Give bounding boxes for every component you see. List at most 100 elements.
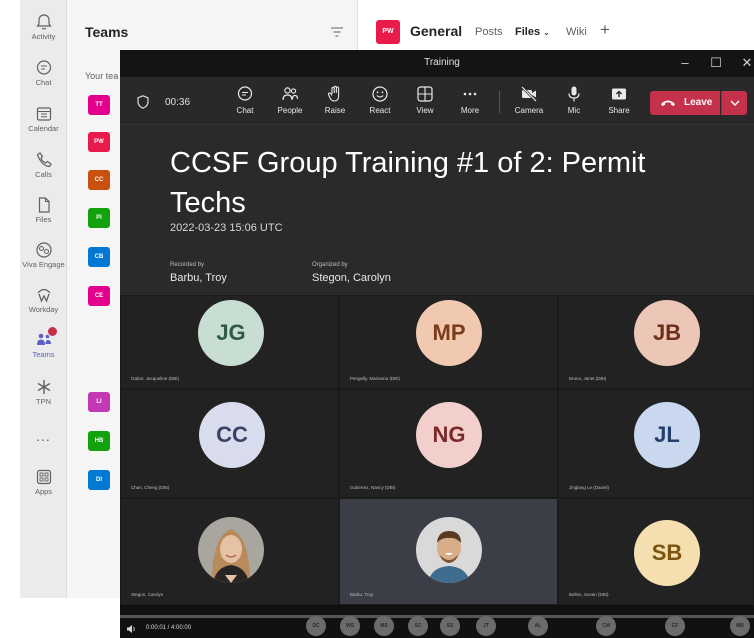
chevron-down-icon [730, 100, 740, 106]
participant-photo [198, 517, 264, 583]
add-tab-button[interactable]: + [600, 20, 610, 40]
react-button[interactable]: React [360, 85, 400, 115]
avatar: JL [634, 402, 700, 468]
window-titlebar: Training – ☐ ✕ [120, 50, 754, 77]
volume-icon[interactable] [126, 624, 136, 634]
participant-name: Gutierrez, Nancy (DBI) [350, 485, 396, 490]
rail-tpn[interactable]: TPN [20, 377, 67, 406]
progress-track[interactable] [120, 615, 754, 618]
meeting-date: 2022-03-23 15:06 UTC [170, 222, 283, 234]
rail-label: Workday [28, 305, 59, 314]
rail-apps[interactable]: Apps [20, 467, 67, 496]
strip-avatar[interactable]: CM [596, 616, 616, 636]
team-tile[interactable]: PI [88, 208, 110, 228]
minimize-icon[interactable]: – [678, 56, 692, 70]
bell-icon [35, 14, 52, 30]
channel-header: PW General Posts Files ⌄ Wiki + [358, 0, 754, 56]
rail-viva-engage[interactable]: Viva Engage [20, 240, 67, 269]
strip-avatar[interactable]: CF [665, 616, 685, 636]
recorded-by-label: Recorded by [170, 262, 205, 268]
participant-tile[interactable]: SB Bellon, Susan (DBI) [558, 498, 754, 605]
rail-label: Chat [35, 78, 52, 87]
people-icon [282, 87, 299, 101]
panel-title: Teams [85, 24, 129, 40]
chat-button[interactable]: Chat [225, 85, 265, 115]
strip-avatar[interactable]: MS [374, 616, 394, 636]
leave-button[interactable]: Leave [650, 91, 720, 115]
share-button[interactable]: Share [599, 85, 639, 115]
organized-by: Stegon, Carolyn [312, 272, 391, 284]
people-button[interactable]: People [270, 85, 310, 115]
toolbar-divider [499, 91, 500, 113]
team-tile[interactable]: HB [88, 431, 110, 451]
rail-activity[interactable]: Activity [20, 12, 67, 41]
raise-hand-button[interactable]: Raise [315, 85, 355, 115]
chat-icon [237, 86, 253, 101]
recording-info: CCSF Group Training #1 of 2: Permit Tech… [120, 125, 754, 295]
rail-files[interactable]: Files [20, 195, 67, 224]
mic-button[interactable]: Mic [554, 85, 594, 115]
camera-button[interactable]: Camera [509, 85, 549, 115]
viva-engage-icon [35, 242, 52, 258]
strip-avatar[interactable]: SS [440, 616, 460, 636]
leave-options-button[interactable] [721, 91, 747, 115]
close-icon[interactable]: ✕ [740, 56, 754, 70]
rail-calls[interactable]: Calls [20, 150, 67, 179]
camera-label: Camera [514, 106, 544, 115]
strip-avatar[interactable]: SC [408, 616, 428, 636]
share-label: Share [608, 106, 630, 115]
rail-label: Activity [31, 32, 56, 41]
more-button[interactable]: More [450, 85, 490, 115]
participant-tile[interactable]: Stegon, Carolyn [120, 498, 339, 605]
participant-tile[interactable]: JG Gabor, Jacqueline (DBI) [120, 295, 339, 389]
strip-avatar[interactable]: WS [340, 616, 360, 636]
avatar: JG [198, 300, 264, 366]
team-tile[interactable]: DI [88, 470, 110, 490]
participant-tile[interactable]: JL Jinglang Le (Daniel) [558, 389, 754, 498]
avatar: MP [416, 300, 482, 366]
participant-tile-active[interactable]: Barbu, Troy [339, 498, 558, 605]
team-tile[interactable]: CE [88, 286, 110, 306]
view-button[interactable]: View [405, 85, 445, 115]
raise-hand-icon [327, 85, 340, 102]
maximize-icon[interactable]: ☐ [709, 56, 723, 70]
share-icon [612, 88, 626, 100]
strip-avatar[interactable]: AL [528, 616, 548, 636]
rail-calendar[interactable]: Calendar [20, 104, 67, 133]
view-label: View [416, 106, 434, 115]
filter-icon[interactable] [331, 27, 343, 37]
rail-label: TPN [36, 397, 51, 406]
team-tile[interactable]: CB [88, 247, 110, 267]
rail-teams[interactable]: Teams [20, 326, 67, 359]
participant-tile[interactable]: CC Chan, Cheng (DBI) [120, 389, 339, 498]
participant-name: Barbu, Troy [350, 592, 374, 597]
leave-label: Leave [684, 97, 713, 108]
chevron-down-icon: ⌄ [543, 28, 550, 37]
avatar: CC [199, 402, 265, 468]
participant-tile[interactable]: JB Bruno, Janet (DBI) [558, 295, 754, 389]
meeting-timer: 00:36 [165, 97, 191, 108]
participant-tile[interactable]: NG Gutierrez, Nancy (DBI) [339, 389, 558, 498]
team-tile[interactable]: PW [88, 132, 110, 152]
strip-avatar[interactable]: MB [730, 616, 750, 636]
strip-avatar[interactable]: JT [476, 616, 496, 636]
team-tile[interactable]: CC [88, 170, 110, 190]
participant-name: Gabor, Jacqueline (DBI) [131, 376, 180, 381]
tab-wiki[interactable]: Wiki [566, 26, 587, 38]
participant-tile[interactable]: MP Pengelly, Marianna (DBI) [339, 295, 558, 389]
channel-name: General [410, 23, 463, 39]
meeting-title: CCSF Group Training #1 of 2: Permit Tech… [170, 147, 646, 219]
mic-icon [568, 86, 580, 102]
rail-workday[interactable]: Workday [20, 285, 67, 314]
team-tile[interactable]: TT [88, 95, 110, 115]
more-icon [463, 92, 477, 96]
participant-photo [416, 517, 482, 583]
strip-avatar[interactable]: DC [306, 616, 326, 636]
rail-chat[interactable]: Chat [20, 58, 67, 87]
rail-more[interactable]: ... [20, 428, 67, 446]
avatar: JB [634, 300, 700, 366]
react-label: React [369, 106, 391, 115]
tab-posts[interactable]: Posts [475, 26, 503, 38]
tab-files[interactable]: Files ⌄ [515, 26, 550, 38]
team-tile[interactable]: LI [88, 392, 110, 412]
